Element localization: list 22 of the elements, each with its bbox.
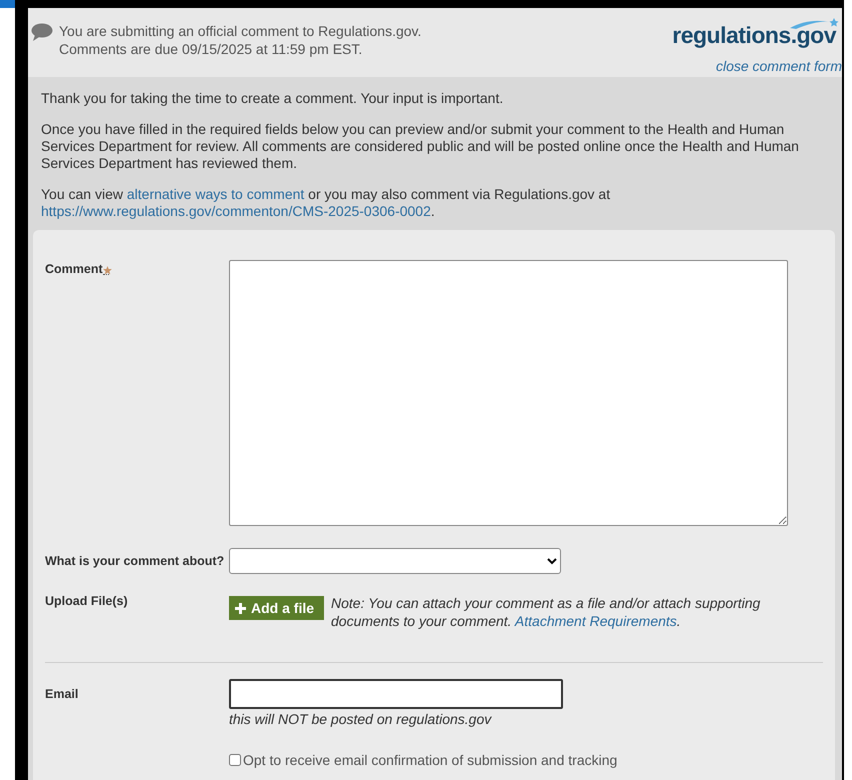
- submission-notice: You are submitting an official comment to Regulations.gov. Comments are due 09/15/2025 at 11:59 pm EST.: [59, 22, 422, 59]
- attachment-requirements-link[interactable]: Attachment Requirements: [514, 613, 677, 629]
- intro-link[interactable]: https://www.regulations.gov/commenton/CMS-2025-0306-0002: [41, 203, 431, 219]
- close-comment-form-link[interactable]: close comment form: [716, 58, 842, 74]
- intro-paragraph: Once you have filled in the required fields below you can preview and/or submit your comment to the Health and Human Services Department for review. All comments are considered public and will be posted online once the Health and Human Services Department has reviewed them.: [41, 121, 800, 172]
- email-hint: this will NOT be posted on regulations.gov: [229, 711, 493, 727]
- intro-paragraph: Thank you for taking the time to create a comment. Your input is important.: [41, 90, 504, 107]
- add-file-button[interactable]: Add a file: [229, 596, 324, 620]
- upload-files-label: Upload File(s): [45, 594, 129, 608]
- intro-link[interactable]: alternative ways to comment: [126, 186, 304, 202]
- intro-paragraph: You can view alternative ways to comment or you may also comment via Regulations.gov at https://www.regulations.gov/commenton/CMS-2025-0306-0002.: [41, 186, 612, 220]
- comment-label: Comment: [45, 262, 103, 276]
- email-label: Email: [45, 687, 80, 701]
- plus-icon: [235, 602, 246, 614]
- comment-topic-label: What is your comment about?: [45, 554, 226, 568]
- email-confirmation-checkbox[interactable]: [229, 754, 241, 766]
- attachment-note: Note: You can attach your comment as a file and/or attach supporting documents to your comment. Attachment Requirements.: [331, 594, 762, 630]
- email-field[interactable]: [229, 679, 563, 709]
- email-confirmation-label: Opt to receive email confirmation of submission and tracking: [243, 752, 618, 768]
- page-edge-strip: [0, 0, 15, 8]
- speech-bubble-icon: [31, 23, 53, 41]
- comment-topic-dropdown[interactable]: [229, 548, 561, 574]
